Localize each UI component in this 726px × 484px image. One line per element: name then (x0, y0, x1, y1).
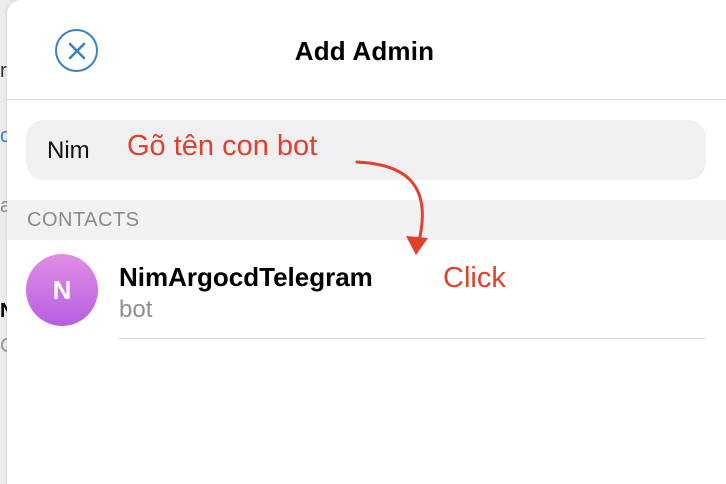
contact-name: NimArgocdTelegram (119, 262, 373, 292)
contact-subtitle: bot (119, 296, 153, 323)
avatar-initial: N (52, 274, 72, 305)
sheet-header: Add Admin (7, 0, 726, 100)
row-divider (118, 338, 706, 339)
page-title: Add Admin (294, 36, 435, 66)
annotation-arrow-icon (355, 160, 428, 255)
avatar: N (26, 254, 98, 326)
annotation-type-hint: Gõ tên con bot (127, 130, 318, 162)
background-text-fragment: r (0, 60, 7, 82)
search-input-value: Nim (47, 137, 90, 164)
annotation-click-hint: Click (443, 262, 506, 294)
